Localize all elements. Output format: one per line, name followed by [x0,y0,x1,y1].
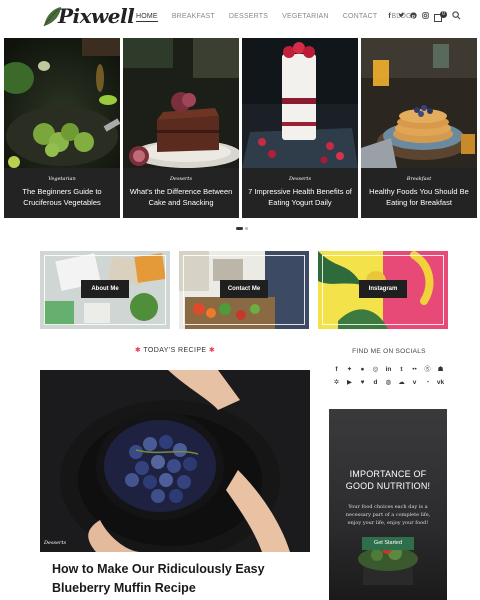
slide-image-yogurt [242,38,358,168]
search-icon[interactable] [452,11,461,22]
nutrition-promo: IMPORTANCE OF GOOD NUTRITION! Your food … [329,409,447,600]
nav-breakfast[interactable]: BREAKFAST [172,13,215,22]
slide-caption: Breakfast Healthy Foods You Should Be Ea… [361,168,477,218]
slide-caption: Vegetarian The Beginners Guide to Crucif… [4,168,120,218]
featured-recipe-image[interactable]: Desserts [40,370,310,552]
contact-me-tile[interactable]: Contact Me [179,251,309,329]
slide-title[interactable]: What's the Difference Between Cake and S… [129,186,233,208]
slider-dot[interactable] [245,227,248,230]
main-nav: HOME BREAKFAST DESSERTS VEGETARIAN CONTA… [136,13,426,22]
slide-category[interactable]: Desserts [123,176,239,182]
cart-button[interactable]: 0 [434,10,447,22]
cart-count: 0 [440,10,447,18]
nav-vegetarian[interactable]: VEGETARIAN [282,13,329,22]
svg-text:p: p [412,14,415,19]
slide-caption: Desserts What's the Difference Between C… [123,168,239,218]
nav-home[interactable]: HOME [136,13,158,22]
dribbble-icon[interactable]: ◍ [384,379,393,387]
twitter-icon[interactable]: ✦ [345,366,354,374]
rss-icon[interactable]: ◔ [423,379,432,387]
slide-category[interactable]: Vegetarian [4,176,120,182]
slide-title[interactable]: 7 Impressive Health Benefits of Eating Y… [248,186,352,208]
nav-contact[interactable]: CONTACT [343,13,378,22]
slide-image-vegetables [4,38,120,168]
logo-text: Pixwell [58,4,135,28]
slider-dot-active[interactable] [236,227,243,230]
promo-title: IMPORTANCE OF GOOD NUTRITION! [345,469,431,491]
star-icon: ✱ [208,347,216,354]
slide-title[interactable]: Healthy Foods You Should Be Eating for B… [367,186,471,208]
snapchat-icon[interactable]: ☗ [436,366,445,374]
flickr-icon[interactable]: •• [410,366,419,374]
tumblr-icon[interactable]: t [397,366,406,374]
slide-category[interactable]: Breakfast [361,176,477,182]
slide-card[interactable]: Vegetarian The Beginners Guide to Crucif… [4,38,120,218]
socials-heading: FIND ME ON SOCIALS [352,348,426,355]
recipe-title[interactable]: How to Make Our Ridiculously Easy Bluebe… [52,560,292,598]
slide-card[interactable]: Desserts What's the Difference Between C… [123,38,239,218]
recipe-image-blueberries [40,370,310,552]
instagram-icon[interactable]: ◎ [371,366,380,374]
contact-me-label[interactable]: Contact Me [220,280,268,298]
soundcloud-icon[interactable]: ☁ [397,379,406,387]
slide-caption: Desserts 7 Impressive Health Benefits of… [242,168,358,218]
promo-text: Your food choices each day is a necessar… [345,504,431,526]
vk-icon[interactable]: vk [436,379,445,387]
get-started-button[interactable]: Get Started [362,537,414,550]
skype-icon[interactable]: Ⓢ [423,366,432,374]
slide-card[interactable]: Desserts 7 Impressive Health Benefits of… [242,38,358,218]
about-me-tile[interactable]: About Me [40,251,170,329]
bloglovin-icon[interactable]: ♥ [358,379,367,387]
recipe-category[interactable]: Desserts [44,540,66,546]
slide-category[interactable]: Desserts [242,176,358,182]
slide-image-cake [123,38,239,168]
pinterest-icon[interactable]: ● [358,366,367,374]
todays-recipe-heading: ✱ TODAY'S RECIPE ✱ [40,346,310,354]
twitter-icon[interactable] [398,12,405,21]
todays-recipe-label: TODAY'S RECIPE [143,347,207,354]
facebook-icon[interactable]: f [386,13,393,20]
social-icons-grid: f ✦ ● ◎ in t •• Ⓢ ☗ ✲ ▶ ♥ d ◍ ☁ v ◔ vk [332,366,448,387]
slide-card[interactable]: Breakfast Healthy Foods You Should Be Ea… [361,38,477,218]
star-icon: ✱ [134,347,142,354]
youtube-icon[interactable]: ▶ [345,379,354,387]
linkedin-icon[interactable]: in [384,366,393,374]
site-header: Pixwell HOME BREAKFAST DESSERTS VEGETARI… [0,0,480,36]
myspace-icon[interactable]: ✲ [332,379,341,387]
slide-title[interactable]: The Beginners Guide to Cruciferous Veget… [10,186,114,208]
featured-slider: Vegetarian The Beginners Guide to Crucif… [4,38,477,218]
header-social-icons: f p 0 [386,10,461,22]
about-me-label[interactable]: About Me [81,280,129,298]
facebook-icon[interactable]: f [332,366,341,374]
vimeo-icon[interactable]: v [410,379,419,387]
digg-icon[interactable]: d [371,379,380,387]
instagram-icon[interactable] [422,12,429,21]
site-logo[interactable]: Pixwell [40,2,135,32]
nav-desserts[interactable]: DESSERTS [229,13,268,22]
instagram-tile[interactable]: Instagram [318,251,448,329]
slide-image-pancakes [361,38,477,168]
pinterest-icon[interactable]: p [410,12,417,21]
slider-pagination [236,227,248,230]
instagram-label[interactable]: Instagram [359,280,407,298]
